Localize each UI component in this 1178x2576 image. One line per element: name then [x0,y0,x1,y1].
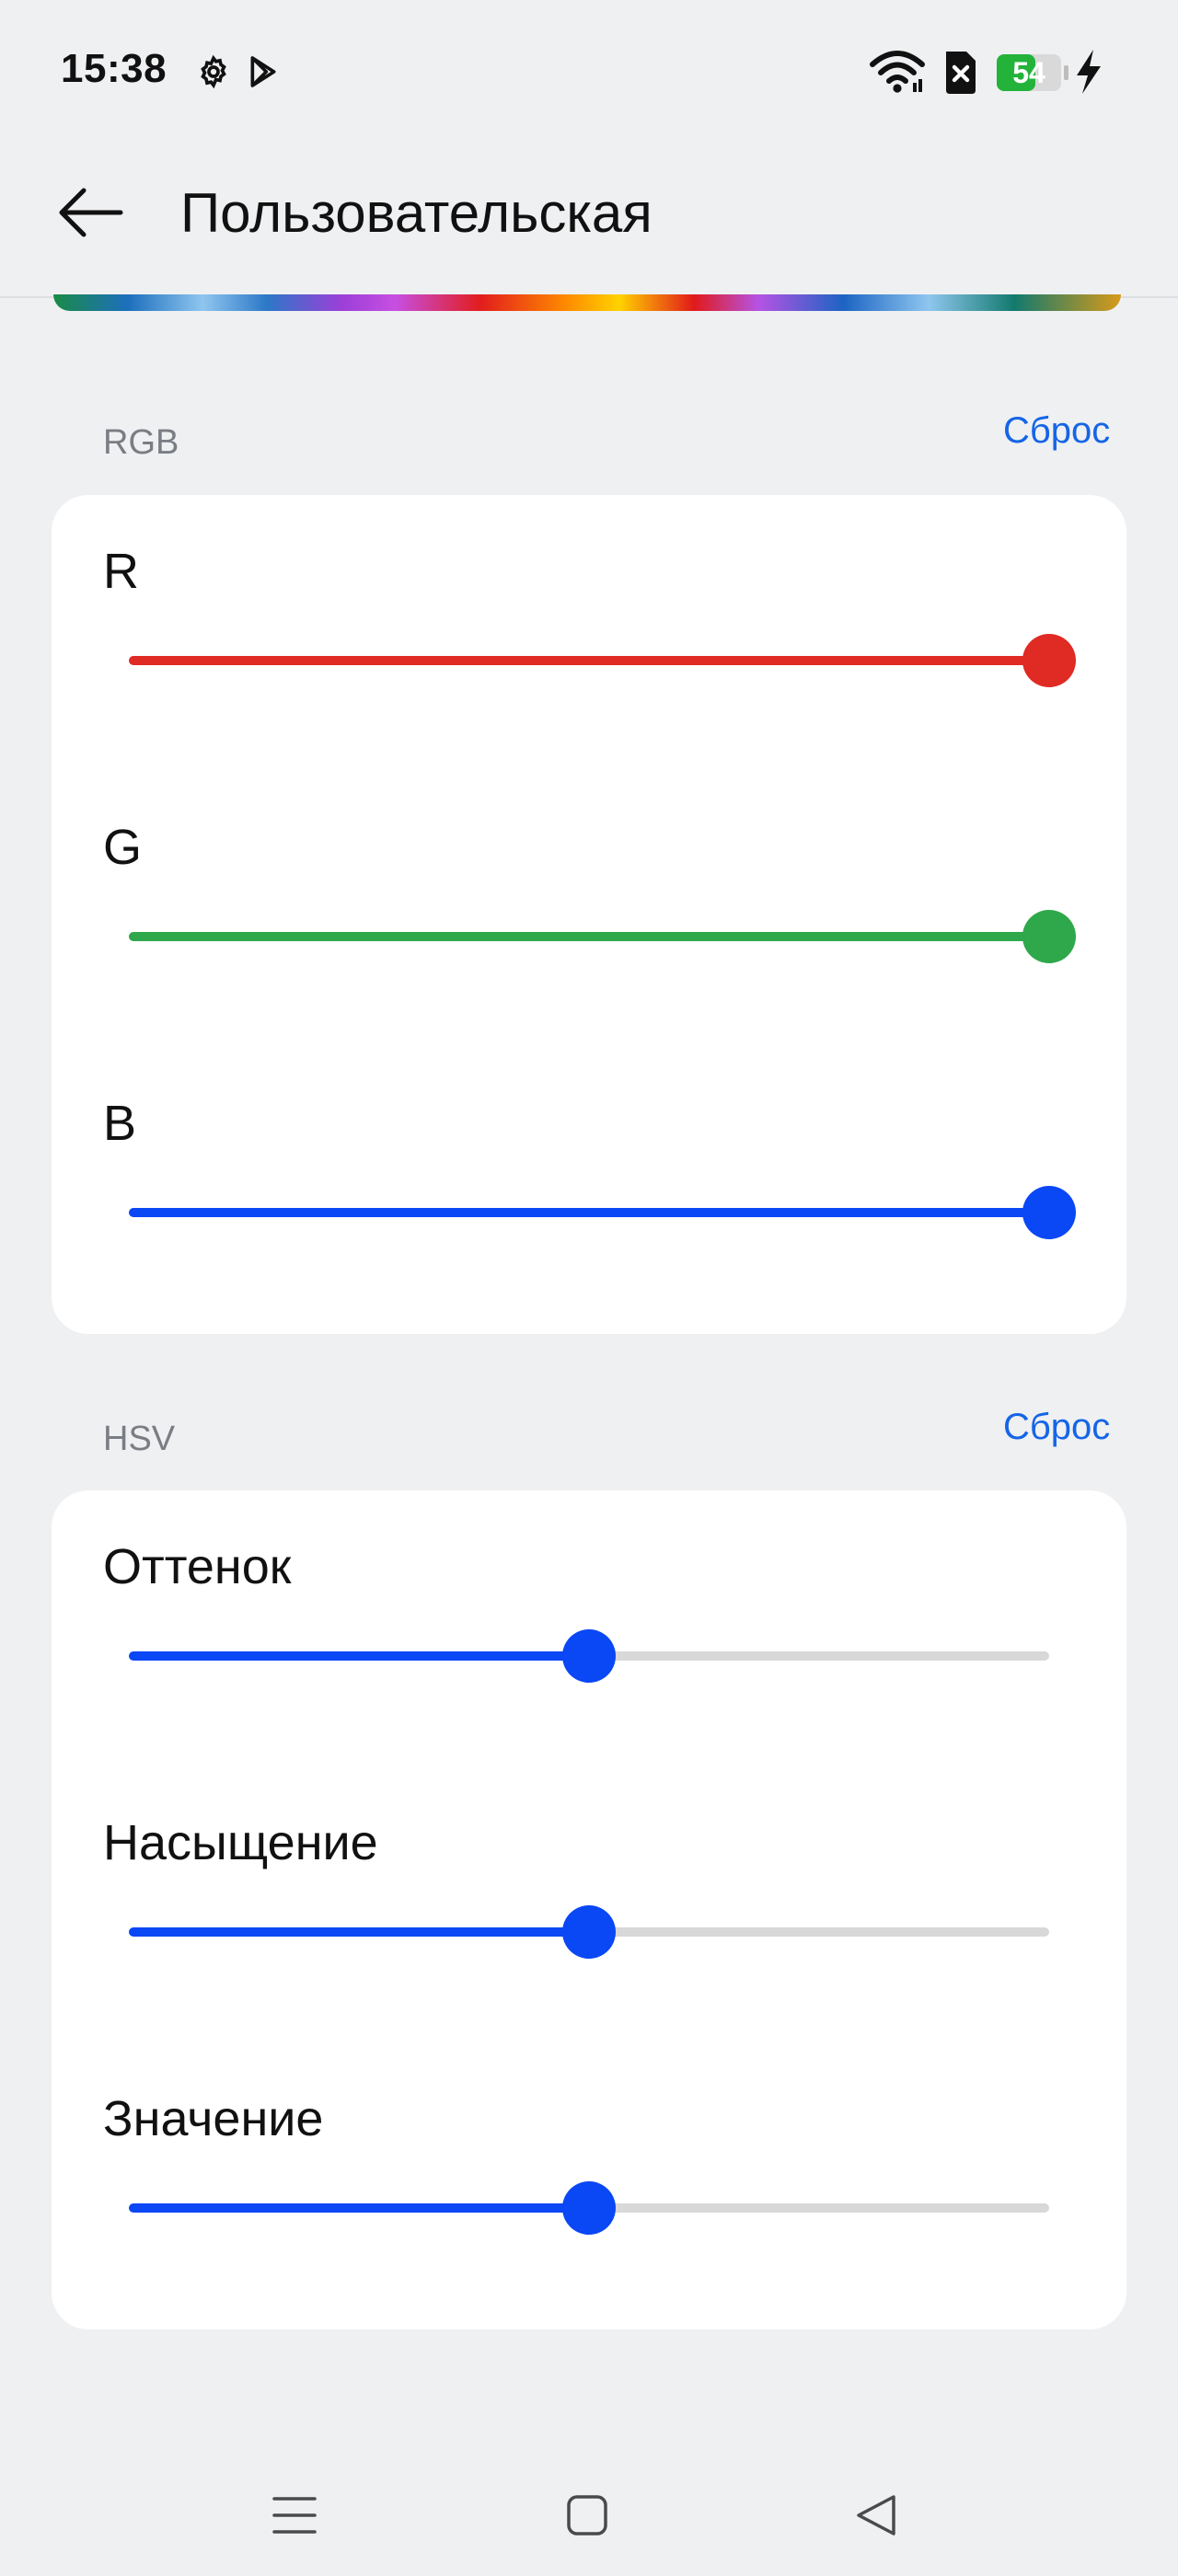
page-title: Пользовательская [180,182,653,244]
slider-label-value: Значение [103,2091,324,2146]
slider-g[interactable] [129,909,1076,964]
system-nav-bar [0,2447,1178,2576]
hsv-reset-button[interactable]: Сброс [1003,1407,1110,1448]
status-bar: 15:38 54 [0,0,1178,147]
color-preview-image [53,294,1121,311]
nav-back-button[interactable] [839,2480,913,2554]
slider-hue[interactable] [129,1628,1049,1684]
rgb-card: R G B [52,495,1126,1334]
slider-fill [129,1927,589,1937]
slider-thumb[interactable] [1022,1186,1076,1239]
rgb-reset-button[interactable]: Сброс [1003,410,1110,452]
slider-thumb[interactable] [1022,910,1076,963]
slider-fill [129,656,1049,665]
back-button[interactable] [48,173,131,256]
slider-fill [129,932,1049,941]
menu-icon [272,2495,317,2540]
slider-label-b: B [103,1096,137,1151]
slider-thumb[interactable] [1022,634,1076,687]
hsv-section-label: HSV [103,1420,176,1458]
slider-thumb[interactable] [562,1905,616,1959]
battery-level: 54 [1012,56,1045,89]
battery-icon: 54 [996,53,1069,92]
slider-value[interactable] [129,2180,1049,2236]
home-icon [566,2494,608,2541]
top-app-bar: Пользовательская [0,129,1178,298]
back-triangle-icon [855,2493,897,2542]
slider-label-r: R [103,544,139,599]
slider-thumb[interactable] [562,1629,616,1683]
slider-label-g: G [103,820,143,875]
charging-bolt-icon [1075,50,1103,98]
slider-saturation[interactable] [129,1904,1049,1960]
status-time: 15:38 [61,46,167,91]
home-button[interactable] [550,2480,624,2554]
slider-b[interactable] [129,1185,1076,1240]
settings-gear-icon [195,53,232,95]
slider-r[interactable] [129,633,1076,688]
slider-label-saturation: Насыщение [103,1815,378,1870]
slider-fill [129,2203,589,2213]
slider-fill [129,1208,1049,1217]
arrow-back-icon [54,185,124,245]
rgb-section-label: RGB [103,423,179,462]
menu-button[interactable] [258,2480,331,2554]
wifi-icon [869,50,926,98]
play-store-icon [245,53,282,95]
hsv-card: Оттенок Насыщение Значение [52,1490,1126,2329]
slider-label-hue: Оттенок [103,1539,292,1594]
slider-fill [129,1651,589,1661]
slider-thumb[interactable] [562,2181,616,2235]
no-sim-icon [942,52,979,98]
